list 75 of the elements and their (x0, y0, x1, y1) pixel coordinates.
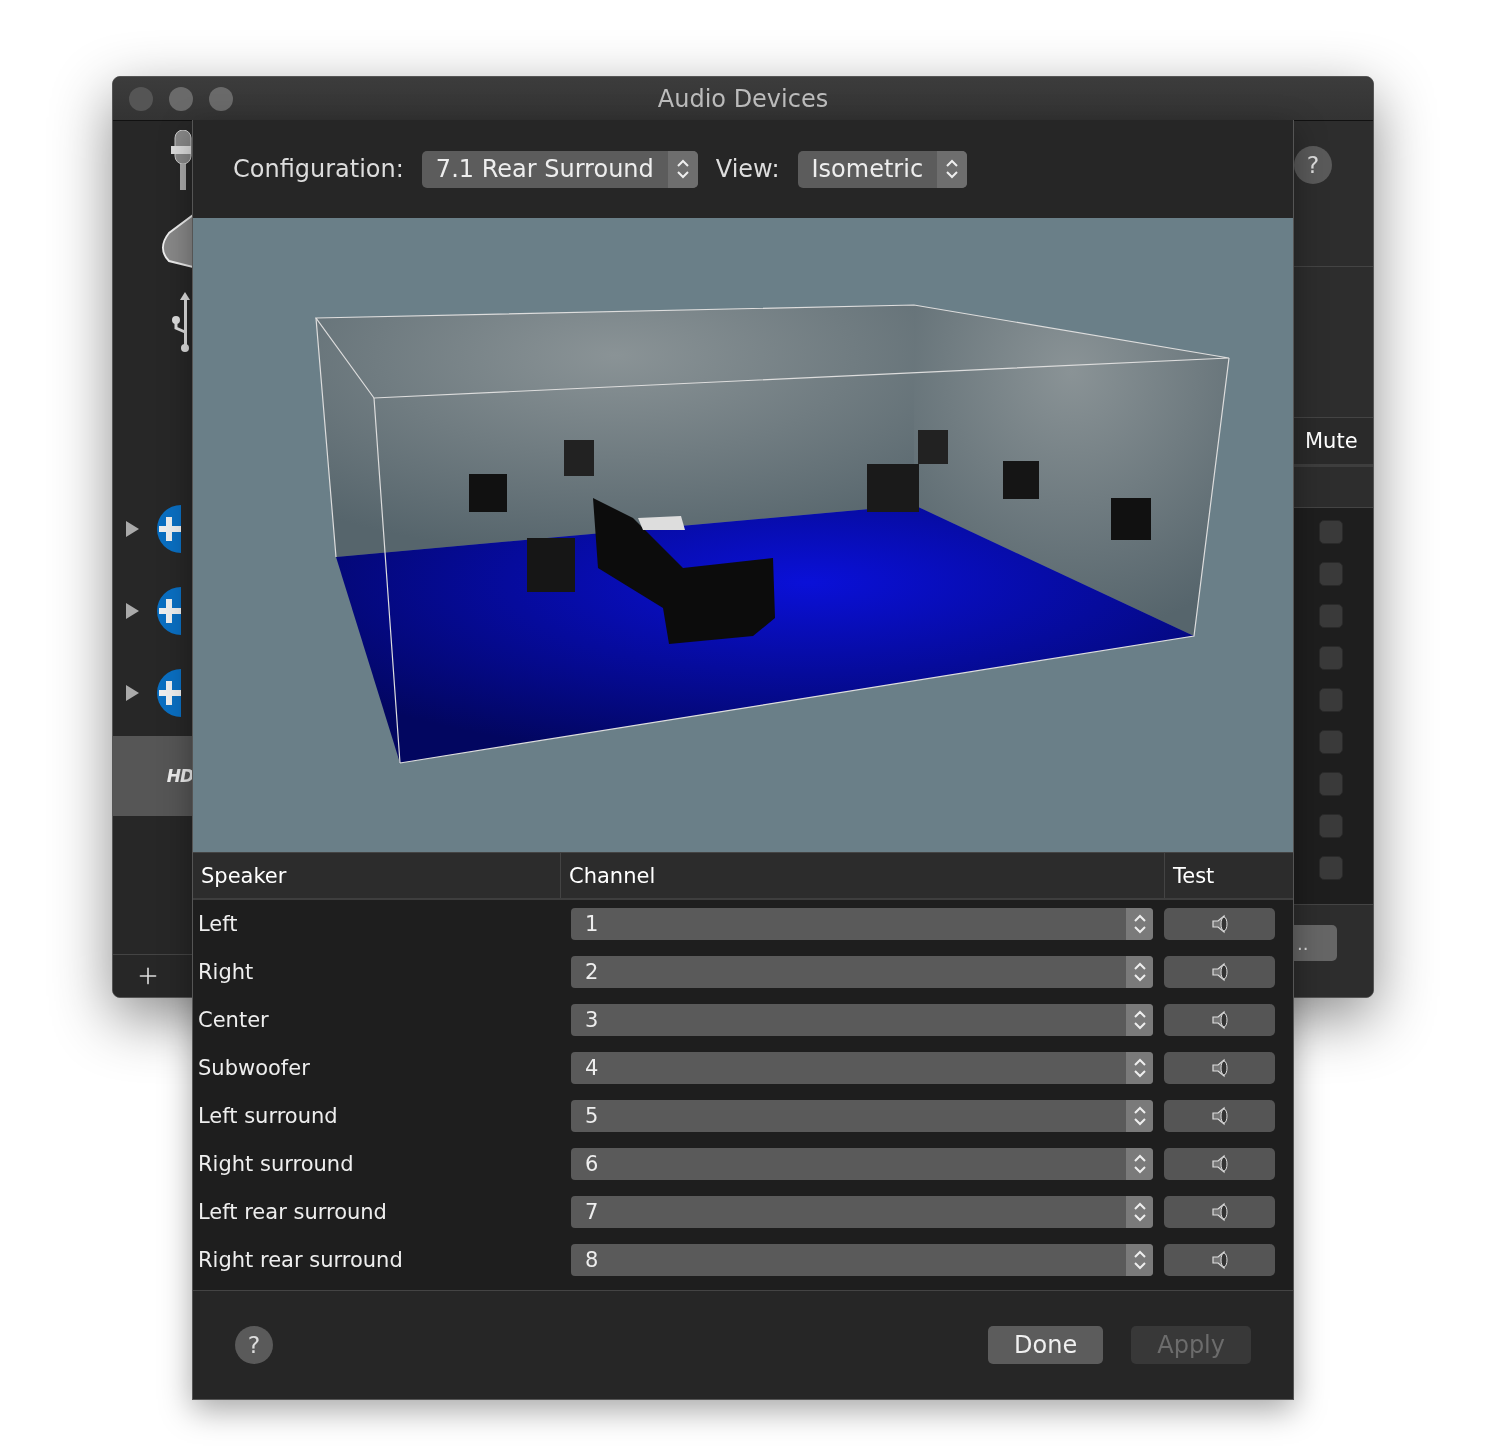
stepper-arrows-icon (1132, 1057, 1147, 1079)
window-close-button[interactable] (129, 86, 153, 111)
configuration-label: Configuration: (233, 155, 404, 183)
speaker-icon (1209, 962, 1230, 982)
configuration-popup[interactable]: 7.1 Rear Surround (421, 150, 698, 188)
speaker-icon (159, 213, 193, 269)
stepper-arrows-icon (1132, 961, 1147, 983)
speaker-cell-text: Left (197, 912, 239, 936)
mute-checkbox[interactable] (1319, 856, 1343, 880)
test-button[interactable] (1164, 1004, 1275, 1036)
speaker-cell-text: Right rear surround (197, 1248, 404, 1272)
mute-checkbox[interactable] (1319, 562, 1343, 586)
test-button[interactable] (1164, 1244, 1275, 1276)
mute-checkbox[interactable] (1319, 520, 1343, 544)
speaker-icon (1209, 914, 1230, 934)
test-button[interactable] (1164, 1148, 1275, 1180)
options-button[interactable]: .. (1293, 925, 1337, 961)
microphone-icon (169, 130, 193, 192)
speaker-icon (1209, 1010, 1230, 1030)
speaker-icon (1209, 1202, 1230, 1222)
stepper-arrows-icon (1132, 1153, 1147, 1175)
speaker-cell-text: Right (197, 960, 255, 984)
disclosure-triangle-icon[interactable] (125, 521, 139, 537)
mute-checkbox[interactable] (1319, 814, 1343, 838)
stepper-arrows-icon (675, 158, 690, 180)
column-header: Channel (569, 863, 656, 888)
column-header: Speaker (201, 863, 287, 888)
mute-checkbox[interactable] (1319, 688, 1343, 712)
disclosure-triangle-icon[interactable] (125, 685, 139, 701)
mute-checkbox[interactable] (1319, 604, 1343, 628)
channel-stepper[interactable]: 4 (571, 1052, 1153, 1084)
dialog-button[interactable]: Done (988, 1326, 1104, 1364)
speaker-icon (1209, 1106, 1230, 1126)
stepper-arrows-icon (1132, 1201, 1147, 1223)
device-label: HD (166, 766, 193, 786)
disclosure-triangle-icon[interactable] (125, 603, 139, 619)
view-popup[interactable]: Isometric (797, 150, 968, 188)
stepper-arrows-icon (1132, 913, 1147, 935)
stepper-arrows-icon (1132, 1009, 1147, 1031)
stepper-arrows-icon (1132, 1249, 1147, 1271)
test-button[interactable] (1164, 1196, 1275, 1228)
window-zoom-button[interactable] (209, 86, 233, 111)
channel-stepper[interactable]: 5 (571, 1100, 1153, 1132)
column-header: Mute (1305, 429, 1358, 453)
mute-checkbox[interactable] (1319, 646, 1343, 670)
channel-stepper[interactable]: 2 (571, 956, 1153, 988)
window-title: Audio Devices (657, 84, 829, 113)
speaker-cell-text: Right surround (197, 1152, 355, 1176)
column-header: Test (1173, 863, 1215, 888)
stepper-arrows-icon (945, 158, 960, 180)
speaker-icon (1209, 1250, 1230, 1270)
test-button[interactable] (1164, 1052, 1275, 1084)
stepper-arrows-icon (1132, 1105, 1147, 1127)
usb-icon (171, 290, 193, 352)
speaker-cell-text: Left surround (197, 1104, 339, 1128)
channel-stepper[interactable]: 6 (571, 1148, 1153, 1180)
channel-stepper[interactable]: 1 (571, 908, 1153, 940)
test-button[interactable] (1164, 908, 1275, 940)
speaker-icon (1209, 1058, 1230, 1078)
channel-stepper[interactable]: 3 (571, 1004, 1153, 1036)
speaker-cell-text: Subwoofer (197, 1056, 311, 1080)
help-button[interactable]: ? (1294, 146, 1332, 184)
speaker-icon (1209, 1154, 1230, 1174)
speaker-cell-text: Left rear surround (197, 1200, 388, 1224)
help-button[interactable]: ? (235, 1326, 273, 1364)
mute-checkbox[interactable] (1319, 730, 1343, 754)
device-item[interactable]: HD (113, 736, 193, 816)
view-label: View: (715, 155, 780, 183)
mute-checkbox[interactable] (1319, 772, 1343, 796)
speaker-cell-text: Center (197, 1008, 270, 1032)
channel-stepper[interactable]: 8 (571, 1244, 1153, 1276)
test-button[interactable] (1164, 1100, 1275, 1132)
window-minimize-button[interactable] (169, 86, 193, 111)
test-button[interactable] (1164, 956, 1275, 988)
channel-stepper[interactable]: 7 (571, 1196, 1153, 1228)
